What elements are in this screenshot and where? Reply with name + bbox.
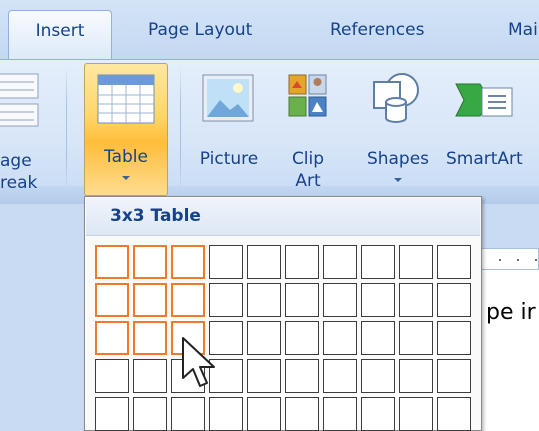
- grid-cell[interactable]: [361, 397, 395, 431]
- ruler-tick: [499, 259, 501, 261]
- grid-cell[interactable]: [437, 397, 471, 431]
- grid-cell[interactable]: [323, 397, 357, 431]
- grid-cell[interactable]: [209, 283, 243, 317]
- smartart-button[interactable]: SmartArt: [444, 66, 539, 191]
- grid-cell[interactable]: [285, 283, 319, 317]
- grid-cell-selected[interactable]: [95, 245, 129, 279]
- ribbon-tab-strip: Insert Page Layout References Mai: [0, 0, 539, 62]
- mouse-cursor-icon: [180, 336, 220, 396]
- grid-cell[interactable]: [323, 283, 357, 317]
- grid-cell[interactable]: [247, 359, 281, 393]
- grid-cell[interactable]: [247, 321, 281, 355]
- shapes-button[interactable]: Shapes: [358, 66, 438, 191]
- grid-cell[interactable]: [399, 283, 433, 317]
- page-break-label-2: reak: [0, 173, 38, 193]
- insert-table-dropdown: 3x3 Table: [84, 196, 482, 431]
- grid-cell[interactable]: [361, 321, 395, 355]
- clip-art-label-1: Clip: [291, 149, 325, 169]
- grid-cell-selected[interactable]: [171, 283, 205, 317]
- shapes-label: Shapes: [366, 149, 430, 169]
- grid-cell[interactable]: [399, 245, 433, 279]
- tab-references[interactable]: References: [330, 18, 424, 60]
- grid-cell[interactable]: [247, 283, 281, 317]
- grid-cell[interactable]: [361, 359, 395, 393]
- grid-cell[interactable]: [437, 283, 471, 317]
- picture-button[interactable]: Picture: [188, 66, 270, 191]
- tab-mailings[interactable]: Mai: [508, 18, 538, 60]
- grid-cell[interactable]: [209, 245, 243, 279]
- tab-insert[interactable]: Insert: [8, 10, 112, 62]
- grid-cell[interactable]: [437, 245, 471, 279]
- grid-cell[interactable]: [399, 397, 433, 431]
- table-icon: [97, 74, 155, 130]
- grid-cell[interactable]: [285, 245, 319, 279]
- grid-cell[interactable]: [361, 245, 395, 279]
- tab-page-layout[interactable]: Page Layout: [148, 18, 252, 60]
- clip-art-label-2: Art: [295, 171, 321, 191]
- grid-cell[interactable]: [95, 397, 129, 431]
- grid-cell[interactable]: [437, 359, 471, 393]
- grid-cell-selected[interactable]: [133, 283, 167, 317]
- grid-cell[interactable]: [209, 397, 243, 431]
- grid-cell[interactable]: [285, 321, 319, 355]
- document-text: pe ir: [486, 300, 536, 325]
- grid-cell[interactable]: [171, 397, 205, 431]
- grid-cell[interactable]: [323, 359, 357, 393]
- grid-cell[interactable]: [361, 283, 395, 317]
- picture-label: Picture: [199, 149, 259, 169]
- group-separator: [180, 66, 181, 196]
- chevron-down-icon: [394, 178, 402, 182]
- page-break-button[interactable]: age reak: [0, 66, 60, 193]
- grid-cell[interactable]: [247, 245, 281, 279]
- grid-cell[interactable]: [247, 397, 281, 431]
- ruler-tick: [535, 259, 537, 261]
- grid-cell[interactable]: [285, 359, 319, 393]
- horizontal-ruler[interactable]: [480, 248, 539, 270]
- grid-cell[interactable]: [133, 359, 167, 393]
- table-button[interactable]: Table: [84, 63, 168, 196]
- table-size-header: 3x3 Table: [86, 198, 480, 236]
- page-break-label-1: age: [0, 151, 32, 171]
- chevron-down-icon: [122, 176, 130, 180]
- table-label: Table: [104, 147, 148, 167]
- shapes-icon: [368, 72, 426, 130]
- grid-cell[interactable]: [323, 245, 357, 279]
- smartart-label: SmartArt: [446, 149, 523, 169]
- grid-cell[interactable]: [133, 397, 167, 431]
- grid-cell-selected[interactable]: [95, 321, 129, 355]
- clip-art-button[interactable]: Clip Art: [278, 66, 338, 191]
- grid-cell-selected[interactable]: [171, 245, 205, 279]
- grid-cell[interactable]: [399, 321, 433, 355]
- grid-cell-selected[interactable]: [133, 321, 167, 355]
- grid-cell[interactable]: [437, 321, 471, 355]
- ruler-tick: [517, 259, 519, 261]
- grid-cell[interactable]: [399, 359, 433, 393]
- smartart-icon: [454, 80, 514, 126]
- grid-cell[interactable]: [285, 397, 319, 431]
- document-page[interactable]: [480, 270, 539, 431]
- grid-cell-selected[interactable]: [95, 283, 129, 317]
- grid-cell[interactable]: [95, 359, 129, 393]
- clip-art-icon: [288, 74, 328, 124]
- grid-cell[interactable]: [323, 321, 357, 355]
- page-break-icon: [0, 72, 42, 134]
- picture-icon: [202, 74, 254, 128]
- grid-cell-selected[interactable]: [133, 245, 167, 279]
- group-separator: [66, 66, 67, 196]
